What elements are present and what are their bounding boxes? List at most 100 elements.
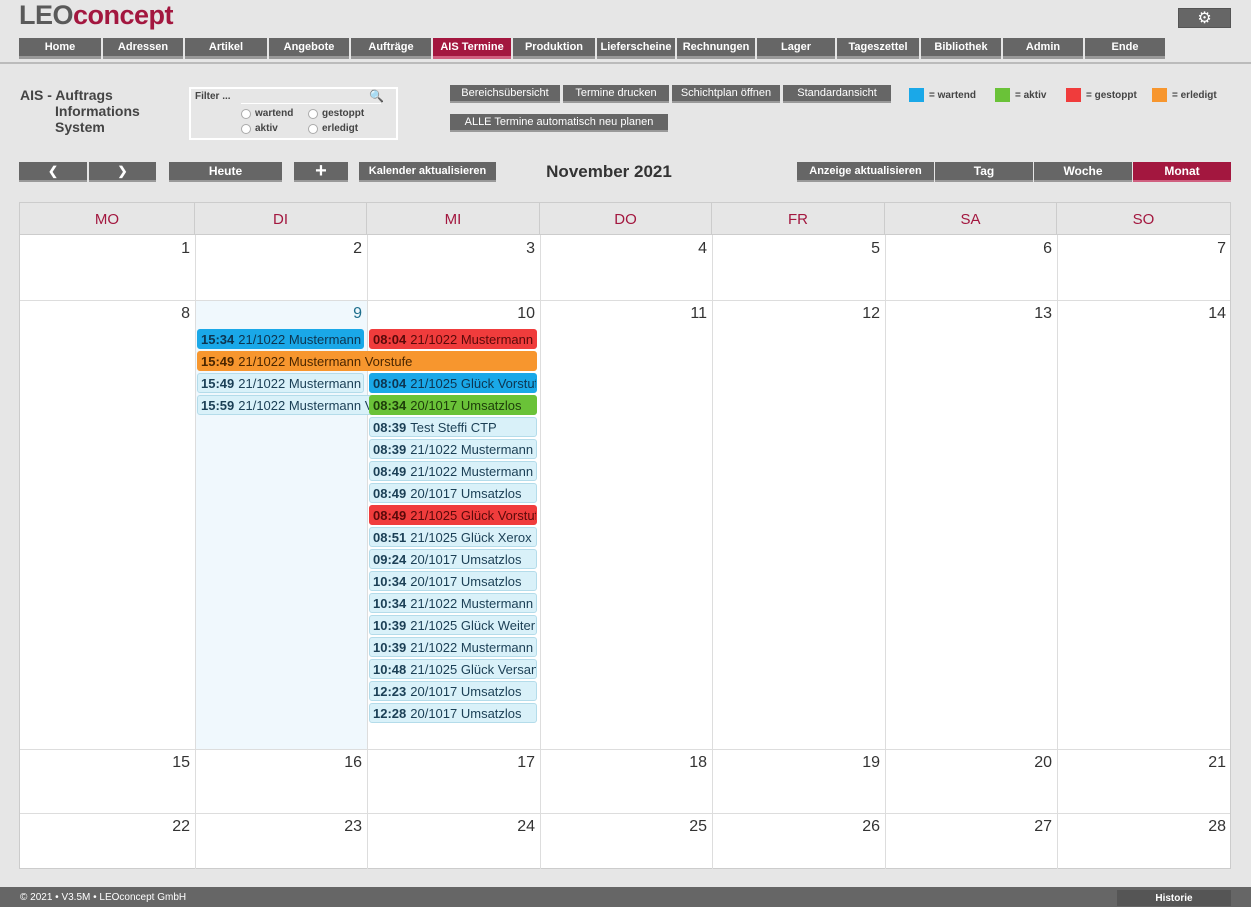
day-number[interactable]: 28 bbox=[1186, 818, 1226, 836]
day-number[interactable]: 27 bbox=[1012, 818, 1052, 836]
settings-button[interactable]: ⚙ bbox=[1178, 8, 1231, 28]
day-number[interactable]: 14 bbox=[1186, 305, 1226, 323]
event-time: 08:49 bbox=[373, 486, 407, 501]
calendar-event[interactable]: 08:34 20/1017 Umsatzlos bbox=[369, 395, 537, 415]
day-number[interactable]: 24 bbox=[495, 818, 535, 836]
logo: LEOconcept bbox=[19, 0, 174, 30]
event-time: 08:49 bbox=[373, 508, 407, 523]
calendar-event[interactable]: 08:49 21/1025 Glück Vorstufe bbox=[369, 505, 537, 525]
day-number[interactable]: 9 bbox=[322, 305, 362, 323]
calendar-event[interactable]: 10:39 21/1025 Glück Weiter bbox=[369, 615, 537, 635]
event-title: 21/1022 Mustermann bbox=[238, 376, 362, 391]
nav-home[interactable]: Home bbox=[19, 38, 101, 59]
calendar-event[interactable]: 10:48 21/1025 Glück Versand bbox=[369, 659, 537, 679]
calendar-event[interactable]: 09:24 20/1017 Umsatzlos bbox=[369, 549, 537, 569]
day-number[interactable]: 13 bbox=[1012, 305, 1052, 323]
nav-produktion[interactable]: Produktion bbox=[513, 38, 595, 59]
nav-lager[interactable]: Lager bbox=[757, 38, 835, 59]
standardansicht-button[interactable]: Standardansicht bbox=[783, 85, 891, 103]
legend-swatch bbox=[995, 88, 1010, 102]
day-number[interactable]: 11 bbox=[667, 305, 707, 323]
day-number[interactable]: 26 bbox=[840, 818, 880, 836]
day-number[interactable]: 12 bbox=[840, 305, 880, 323]
day-number[interactable]: 23 bbox=[322, 818, 362, 836]
day-number[interactable]: 1 bbox=[150, 240, 190, 258]
calendar-event[interactable]: 10:39 21/1022 Mustermann bbox=[369, 637, 537, 657]
legend-item: = gestoppt bbox=[1066, 88, 1137, 102]
day-number[interactable]: 21 bbox=[1186, 754, 1226, 772]
historie-button[interactable]: Historie bbox=[1117, 890, 1231, 906]
search-icon[interactable]: 🔍 bbox=[369, 89, 384, 103]
event-time: 08:39 bbox=[373, 420, 407, 435]
calendar-event[interactable]: 10:34 20/1017 Umsatzlos bbox=[369, 571, 537, 591]
event-title: 20/1017 Umsatzlos bbox=[410, 706, 522, 721]
day-number[interactable]: 10 bbox=[495, 305, 535, 323]
next-button[interactable]: ❯ bbox=[89, 162, 156, 182]
day-number[interactable]: 5 bbox=[840, 240, 880, 258]
day-number[interactable]: 15 bbox=[150, 754, 190, 772]
calendar-event[interactable]: 12:28 20/1017 Umsatzlos bbox=[369, 703, 537, 723]
radio-erledigt[interactable]: erledigt bbox=[308, 123, 358, 134]
filter-input[interactable] bbox=[241, 90, 381, 104]
nav-angebote[interactable]: Angebote bbox=[269, 38, 349, 59]
day-number[interactable]: 4 bbox=[667, 240, 707, 258]
dayname-fr: FR bbox=[712, 203, 885, 235]
today-button[interactable]: Heute bbox=[169, 162, 282, 182]
nav-tageszettel[interactable]: Tageszettel bbox=[837, 38, 919, 59]
alle-termine-neu-planen-button[interactable]: ALLE Termine automatisch neu planen bbox=[450, 114, 668, 132]
day-number[interactable]: 2 bbox=[322, 240, 362, 258]
nav-artikel[interactable]: Artikel bbox=[185, 38, 267, 59]
day-number[interactable]: 22 bbox=[150, 818, 190, 836]
day-number[interactable]: 3 bbox=[495, 240, 535, 258]
day-number[interactable]: 7 bbox=[1186, 240, 1226, 258]
termine-drucken-button[interactable]: Termine drucken bbox=[563, 85, 669, 103]
event-title: 20/1017 Umsatzlos bbox=[410, 552, 522, 567]
calendar-event[interactable]: 10:34 21/1022 Mustermann bbox=[369, 593, 537, 613]
nav-adressen[interactable]: Adressen bbox=[103, 38, 183, 59]
calendar-event[interactable]: 08:39 21/1022 Mustermann bbox=[369, 439, 537, 459]
tab-monat[interactable]: Monat bbox=[1133, 162, 1231, 182]
event-time: 10:39 bbox=[373, 640, 407, 655]
calendar-event[interactable]: 12:23 20/1017 Umsatzlos bbox=[369, 681, 537, 701]
calendar-event[interactable]: 08:04 21/1025 Glück Vorstufe bbox=[369, 373, 537, 393]
nav-admin[interactable]: Admin bbox=[1003, 38, 1083, 59]
chevron-left-icon: ❮ bbox=[47, 164, 59, 178]
calendar-event[interactable]: 08:04 21/1022 Mustermann bbox=[369, 329, 537, 349]
calendar-event[interactable]: 15:49 21/1022 Mustermann bbox=[197, 373, 364, 393]
day-number[interactable]: 20 bbox=[1012, 754, 1052, 772]
nav-ais-termine[interactable]: AIS Termine bbox=[433, 38, 511, 59]
event-time: 09:24 bbox=[373, 552, 407, 567]
footer: © 2021 • V3.5M • LEOconcept GmbH bbox=[0, 887, 1251, 907]
nav-aufträge[interactable]: Aufträge bbox=[351, 38, 431, 59]
calendar-event[interactable]: 08:49 21/1022 Mustermann bbox=[369, 461, 537, 481]
nav-rechnungen[interactable]: Rechnungen bbox=[677, 38, 755, 59]
calendar-event[interactable]: 08:39 Test Steffi CTP bbox=[369, 417, 537, 437]
calendar-event[interactable]: 08:51 21/1025 Glück Xerox bbox=[369, 527, 537, 547]
nav-ende[interactable]: Ende bbox=[1085, 38, 1165, 59]
add-button[interactable]: + bbox=[294, 160, 348, 182]
calendar-event[interactable]: 08:49 20/1017 Umsatzlos bbox=[369, 483, 537, 503]
day-number[interactable]: 25 bbox=[667, 818, 707, 836]
day-number[interactable]: 18 bbox=[667, 754, 707, 772]
anzeige-aktualisieren-button[interactable]: Anzeige aktualisieren bbox=[797, 162, 934, 182]
day-number[interactable]: 6 bbox=[1012, 240, 1052, 258]
calendar-event[interactable]: 15:34 21/1022 Mustermann bbox=[197, 329, 364, 349]
prev-button[interactable]: ❮ bbox=[19, 162, 87, 182]
event-title: 21/1025 Glück Vorstufe bbox=[410, 376, 537, 391]
nav-lieferscheine[interactable]: Lieferscheine bbox=[597, 38, 675, 59]
day-number[interactable]: 17 bbox=[495, 754, 535, 772]
bereichsuebersicht-button[interactable]: Bereichsübersicht bbox=[450, 85, 560, 103]
calendar-event[interactable]: 15:49 21/1022 Mustermann Vorstufe bbox=[197, 351, 537, 371]
kalender-aktualisieren-button[interactable]: Kalender aktualisieren bbox=[359, 162, 496, 182]
day-number[interactable]: 19 bbox=[840, 754, 880, 772]
schichtplan-button[interactable]: Schichtplan öffnen bbox=[672, 85, 780, 103]
tab-woche[interactable]: Woche bbox=[1034, 162, 1132, 182]
day-number[interactable]: 8 bbox=[150, 305, 190, 323]
radio-wartend[interactable]: wartend bbox=[241, 108, 293, 119]
nav-bibliothek[interactable]: Bibliothek bbox=[921, 38, 1001, 59]
dayname-mo: MO bbox=[20, 203, 195, 235]
radio-gestoppt[interactable]: gestoppt bbox=[308, 108, 364, 119]
day-number[interactable]: 16 bbox=[322, 754, 362, 772]
radio-aktiv[interactable]: aktiv bbox=[241, 123, 278, 134]
tab-tag[interactable]: Tag bbox=[935, 162, 1033, 182]
